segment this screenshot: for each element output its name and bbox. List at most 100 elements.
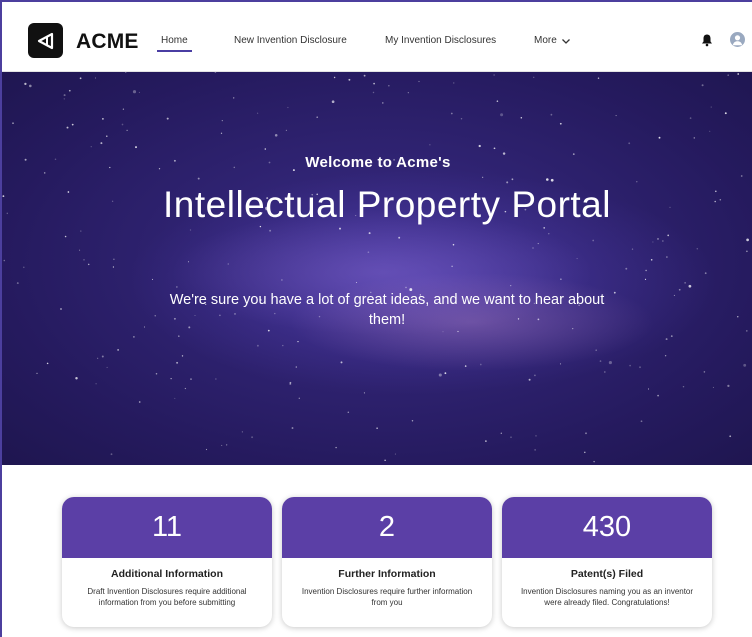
star (60, 308, 62, 310)
hero-title: Intellectual Property Portal (163, 184, 611, 225)
star (79, 249, 81, 251)
hero-banner: Welcome to Acme's Intellectual Property … (2, 72, 752, 465)
star (24, 82, 27, 86)
star (729, 435, 732, 438)
star (608, 361, 612, 365)
star (251, 436, 254, 439)
star (133, 336, 135, 338)
star (510, 436, 512, 439)
star (382, 102, 384, 104)
star (727, 384, 730, 388)
star (533, 76, 535, 78)
star (372, 91, 375, 94)
star (241, 431, 244, 433)
star (367, 251, 370, 254)
star (576, 258, 578, 260)
star (453, 82, 455, 84)
star (166, 117, 169, 120)
star (90, 146, 92, 148)
star (407, 92, 409, 94)
star (215, 378, 217, 380)
star (460, 118, 463, 120)
star (667, 234, 670, 237)
card-additional-information[interactable]: 11 Additional Information Draft Inventio… (62, 497, 272, 627)
star (666, 256, 668, 258)
card-description: Invention Disclosures require further in… (301, 587, 473, 607)
star (181, 355, 184, 357)
star (64, 235, 67, 238)
card-count: 430 (502, 497, 712, 558)
star (625, 267, 628, 270)
star (603, 371, 606, 373)
star (714, 200, 716, 203)
star (298, 397, 300, 399)
acme-logo-icon[interactable] (28, 23, 63, 58)
card-further-information[interactable]: 2 Further Information Invention Disclosu… (282, 497, 492, 627)
star (701, 84, 704, 87)
star (187, 261, 190, 263)
star (485, 440, 487, 442)
star (745, 330, 748, 332)
star (438, 373, 442, 377)
star (220, 132, 223, 134)
star (43, 172, 46, 174)
star (197, 177, 200, 180)
nav-new-invention-disclosure[interactable]: New Invention Disclosure (234, 35, 347, 46)
star (418, 80, 420, 83)
nav-more[interactable]: More (534, 35, 571, 46)
star (639, 366, 641, 369)
user-avatar-icon[interactable] (730, 32, 745, 47)
star (221, 444, 223, 446)
star (285, 129, 288, 132)
star (287, 106, 289, 109)
star (585, 432, 587, 435)
star (535, 435, 537, 437)
star (94, 77, 97, 79)
star (348, 78, 351, 81)
star (282, 344, 284, 347)
star (205, 448, 208, 451)
summary-cards: 11 Additional Information Draft Inventio… (2, 465, 752, 637)
star (138, 91, 140, 93)
star (682, 385, 685, 388)
star (534, 374, 536, 377)
star (636, 181, 638, 183)
star (657, 237, 659, 240)
star (510, 284, 512, 287)
nav-my-invention-disclosures[interactable]: My Invention Disclosures (385, 35, 496, 46)
star (63, 94, 66, 97)
star (68, 89, 71, 92)
star (743, 363, 747, 367)
star (155, 373, 158, 375)
star (347, 411, 350, 413)
star (479, 363, 482, 366)
star (669, 206, 671, 209)
bell-icon[interactable] (700, 33, 714, 47)
star (546, 178, 549, 181)
star (97, 357, 99, 359)
star (560, 278, 562, 281)
star (335, 446, 337, 449)
star (746, 238, 749, 242)
nav-home[interactable]: Home (157, 35, 192, 52)
card-patents-filed[interactable]: 430 Patent(s) Filed Invention Disclosure… (502, 497, 712, 627)
star (652, 241, 654, 243)
star (704, 272, 707, 275)
star (388, 85, 390, 87)
star (274, 134, 278, 137)
star (528, 378, 531, 381)
star (80, 230, 82, 232)
star (647, 388, 650, 390)
star (83, 259, 85, 261)
star (376, 427, 378, 429)
star (95, 383, 97, 385)
nav-more-label: More (534, 35, 557, 46)
star (710, 106, 712, 108)
star (482, 176, 484, 178)
star (46, 362, 49, 365)
brand-name[interactable]: ACME (76, 30, 139, 54)
star (63, 98, 65, 100)
star (135, 146, 137, 149)
star (333, 76, 336, 79)
star (340, 361, 343, 364)
